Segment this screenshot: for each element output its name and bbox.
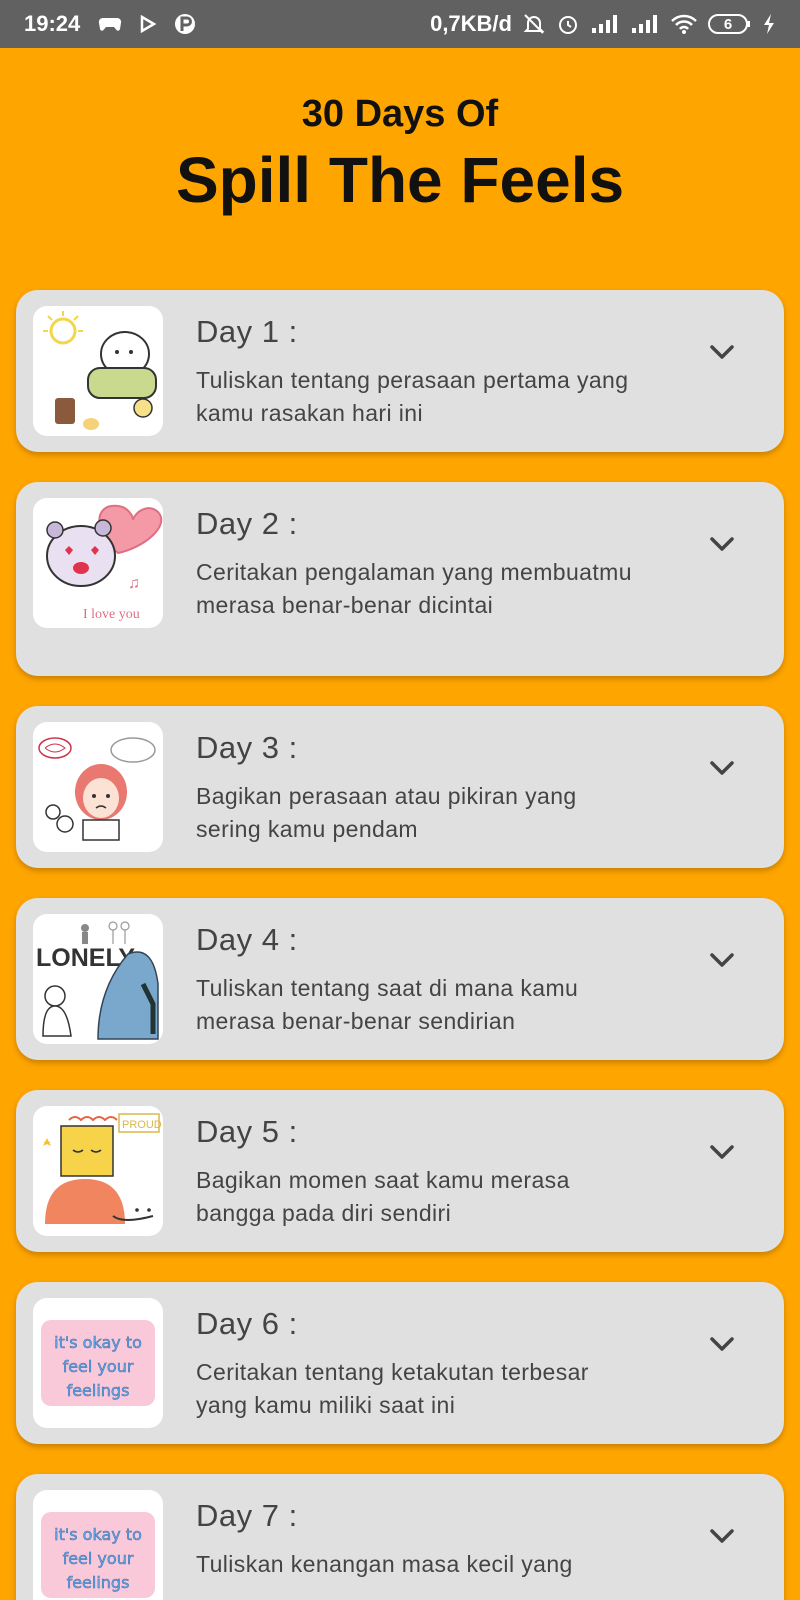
mute-icon xyxy=(522,12,546,36)
day-4-label: Day 4 : xyxy=(196,922,298,957)
day-5-label: Day 5 : xyxy=(196,1114,298,1149)
day-card-1[interactable]: Day 1 : Tuliskan tentang perasaan pertam… xyxy=(16,290,784,452)
day-5-image-text: PROUD xyxy=(122,1119,162,1131)
svg-text:feelings: feelings xyxy=(67,1381,130,1400)
day-2-label: Day 2 : xyxy=(196,506,298,541)
day-card-4[interactable]: LONELY Day 4 : Tuliskan tentang saat di … xyxy=(16,898,784,1060)
net-speed: 0,7KB/d xyxy=(430,11,512,36)
day-4-prompt: Tuliskan tentang saat di mana kamu meras… xyxy=(196,975,579,1034)
battery-level: 6 xyxy=(723,15,733,33)
page-header: 30 Days Of Spill The Feels xyxy=(0,88,800,218)
day-2-prompt: Ceritakan pengalaman yang membuatmu mera… xyxy=(196,559,632,618)
day-1-image xyxy=(33,306,163,436)
day-4-image: LONELY xyxy=(33,914,163,1044)
day-6-image: it's okay to feel your feelings xyxy=(33,1298,163,1428)
svg-text:it's okay to: it's okay to xyxy=(54,1333,142,1352)
alarm-icon xyxy=(556,12,580,36)
day-6-label: Day 6 : xyxy=(196,1306,298,1341)
chevron-down-icon[interactable] xyxy=(706,336,738,368)
chevron-down-icon[interactable] xyxy=(706,944,738,976)
day-7-image: it's okay to feel your feelings xyxy=(33,1490,163,1600)
chevron-down-icon[interactable] xyxy=(706,752,738,784)
day-1-prompt: Tuliskan tentang perasaan pertama yang k… xyxy=(196,367,629,426)
chevron-down-icon[interactable] xyxy=(706,1520,738,1552)
play-icon xyxy=(140,15,157,33)
charging-icon xyxy=(762,13,776,35)
signal-icon xyxy=(590,14,620,34)
gamepad-icon xyxy=(98,16,122,32)
status-time: 19:24 xyxy=(24,11,81,36)
chevron-down-icon[interactable] xyxy=(706,1136,738,1168)
day-2-image: I love you ♫ xyxy=(33,498,163,628)
day-card-3[interactable]: Day 3 : Bagikan perasaan atau pikiran ya… xyxy=(16,706,784,868)
wifi-icon xyxy=(670,13,698,35)
svg-text:feel your: feel your xyxy=(63,1549,134,1568)
day-3-prompt: Bagikan perasaan atau pikiran yang serin… xyxy=(196,783,577,842)
svg-text:♫: ♫ xyxy=(128,575,140,592)
svg-text:it's okay to: it's okay to xyxy=(54,1525,142,1544)
signal-icon xyxy=(630,14,660,34)
svg-text:feel your: feel your xyxy=(63,1357,134,1376)
day-card-2[interactable]: I love you ♫ Day 2 : Ceritakan pengalama… xyxy=(16,482,784,676)
battery-icon: 6 xyxy=(708,13,752,35)
chevron-down-icon[interactable] xyxy=(706,528,738,560)
day-card-6[interactable]: it's okay to feel your feelings Day 6 : … xyxy=(16,1282,784,1444)
day-5-prompt: Bagikan momen saat kamu merasa bangga pa… xyxy=(196,1167,570,1226)
day-6-prompt: Ceritakan tentang ketakutan terbesar yan… xyxy=(196,1359,589,1418)
page-subtitle: 30 Days Of xyxy=(301,93,499,135)
day-2-image-text: I love you xyxy=(83,607,140,622)
day-card-7[interactable]: it's okay to feel your feelings Day 7 : … xyxy=(16,1474,784,1600)
p-app-icon xyxy=(174,12,196,36)
svg-text:feelings: feelings xyxy=(67,1573,130,1592)
day-5-image: PROUD xyxy=(33,1106,163,1236)
status-bar: 19:24 0,7KB/d 6 xyxy=(0,0,800,48)
day-card-5[interactable]: PROUD Day 5 : Bagikan momen saat kamu me… xyxy=(16,1090,784,1252)
chevron-down-icon[interactable] xyxy=(706,1328,738,1360)
day-1-label: Day 1 : xyxy=(196,314,298,349)
day-3-label: Day 3 : xyxy=(196,730,298,765)
day-7-label: Day 7 : xyxy=(196,1498,298,1533)
day-3-image xyxy=(33,722,163,852)
day-7-prompt: Tuliskan kenangan masa kecil yang xyxy=(196,1551,573,1577)
page-title: Spill The Feels xyxy=(175,144,625,216)
